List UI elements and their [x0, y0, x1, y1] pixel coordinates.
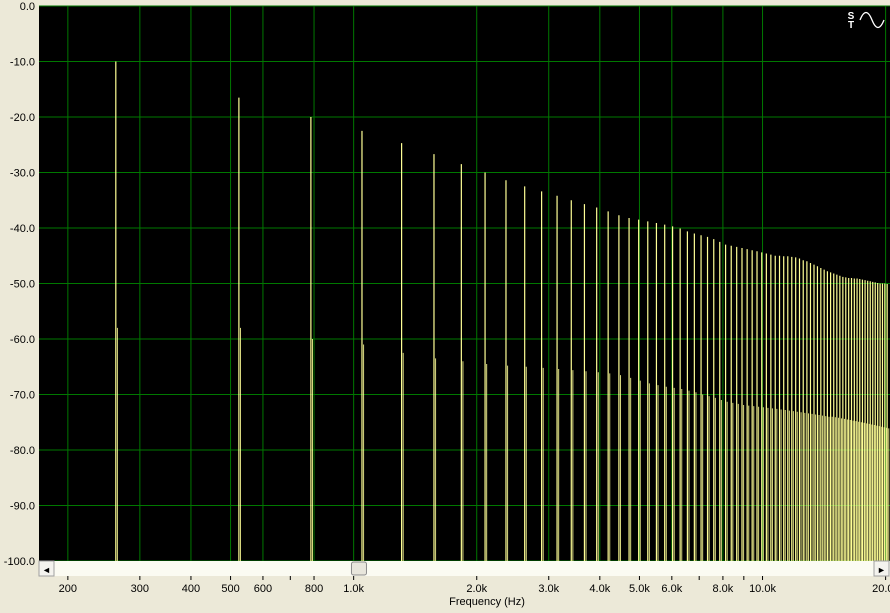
- x-axis-label: Frequency (Hz): [449, 596, 525, 608]
- horizontal-scrollbar[interactable]: ◄ ►: [38, 560, 890, 577]
- y-tick-label: -80.0: [10, 445, 35, 457]
- x-tick-label: 5.0k: [629, 583, 650, 595]
- scroll-thumb[interactable]: [350, 561, 367, 576]
- x-tick-label: 10.0k: [749, 583, 776, 595]
- y-tick-label: -90.0: [10, 501, 35, 513]
- y-tick-label: 0.0: [20, 1, 35, 13]
- y-axis: 0.0 -10.0 -20.0 -30.0 -40.0 -50.0 -60.0 -70.0 -8…: [4, 1, 35, 568]
- y-tick-label: -10.0: [10, 57, 35, 69]
- x-axis: 200 300 400 500 600 800 1.0k 2.0k 3.0k 4.0k 5.0k 6.…: [59, 576, 890, 595]
- icon-letter-t: T: [848, 20, 854, 31]
- y-tick-label: -40.0: [10, 223, 35, 235]
- y-tick-label: -100.0: [4, 556, 35, 568]
- scrollbar-track: [39, 561, 890, 576]
- scroll-left-arrow-icon: ◄: [42, 565, 51, 575]
- stereo-sine-wave-icon[interactable]: ST: [845, 10, 885, 31]
- x-tick-label: 20.0k: [872, 583, 890, 595]
- x-tick-label: 4.0k: [589, 583, 610, 595]
- y-tick-label: -30.0: [10, 168, 35, 180]
- x-tick-label: 200: [59, 583, 77, 595]
- y-tick-label: -60.0: [10, 334, 35, 346]
- y-tick-label: -50.0: [10, 279, 35, 291]
- x-tick-label: 6.0k: [661, 583, 682, 595]
- y-tick-label: -70.0: [10, 390, 35, 402]
- x-tick-label: 1.0k: [343, 583, 364, 595]
- x-tick-label: 8.0k: [713, 583, 734, 595]
- spectrum-chart: 0.0 -10.0 -20.0 -30.0 -40.0 -50.0 -60.0 -70.0 -8…: [0, 0, 890, 608]
- chart-svg: 0.0 -10.0 -20.0 -30.0 -40.0 -50.0 -60.0 -70.0 -8…: [4, 1, 890, 608]
- y-tick-label: -20.0: [10, 112, 35, 124]
- x-tick-label: 300: [131, 583, 149, 595]
- x-tick-label: 600: [254, 583, 272, 595]
- x-tick-label: 2.0k: [466, 583, 487, 595]
- x-tick-label: 800: [305, 583, 323, 595]
- x-tick-label: 400: [182, 583, 200, 595]
- scroll-right-arrow-icon: ►: [877, 565, 886, 575]
- x-tick-label: 3.0k: [538, 583, 559, 595]
- x-tick-label: 500: [221, 583, 239, 595]
